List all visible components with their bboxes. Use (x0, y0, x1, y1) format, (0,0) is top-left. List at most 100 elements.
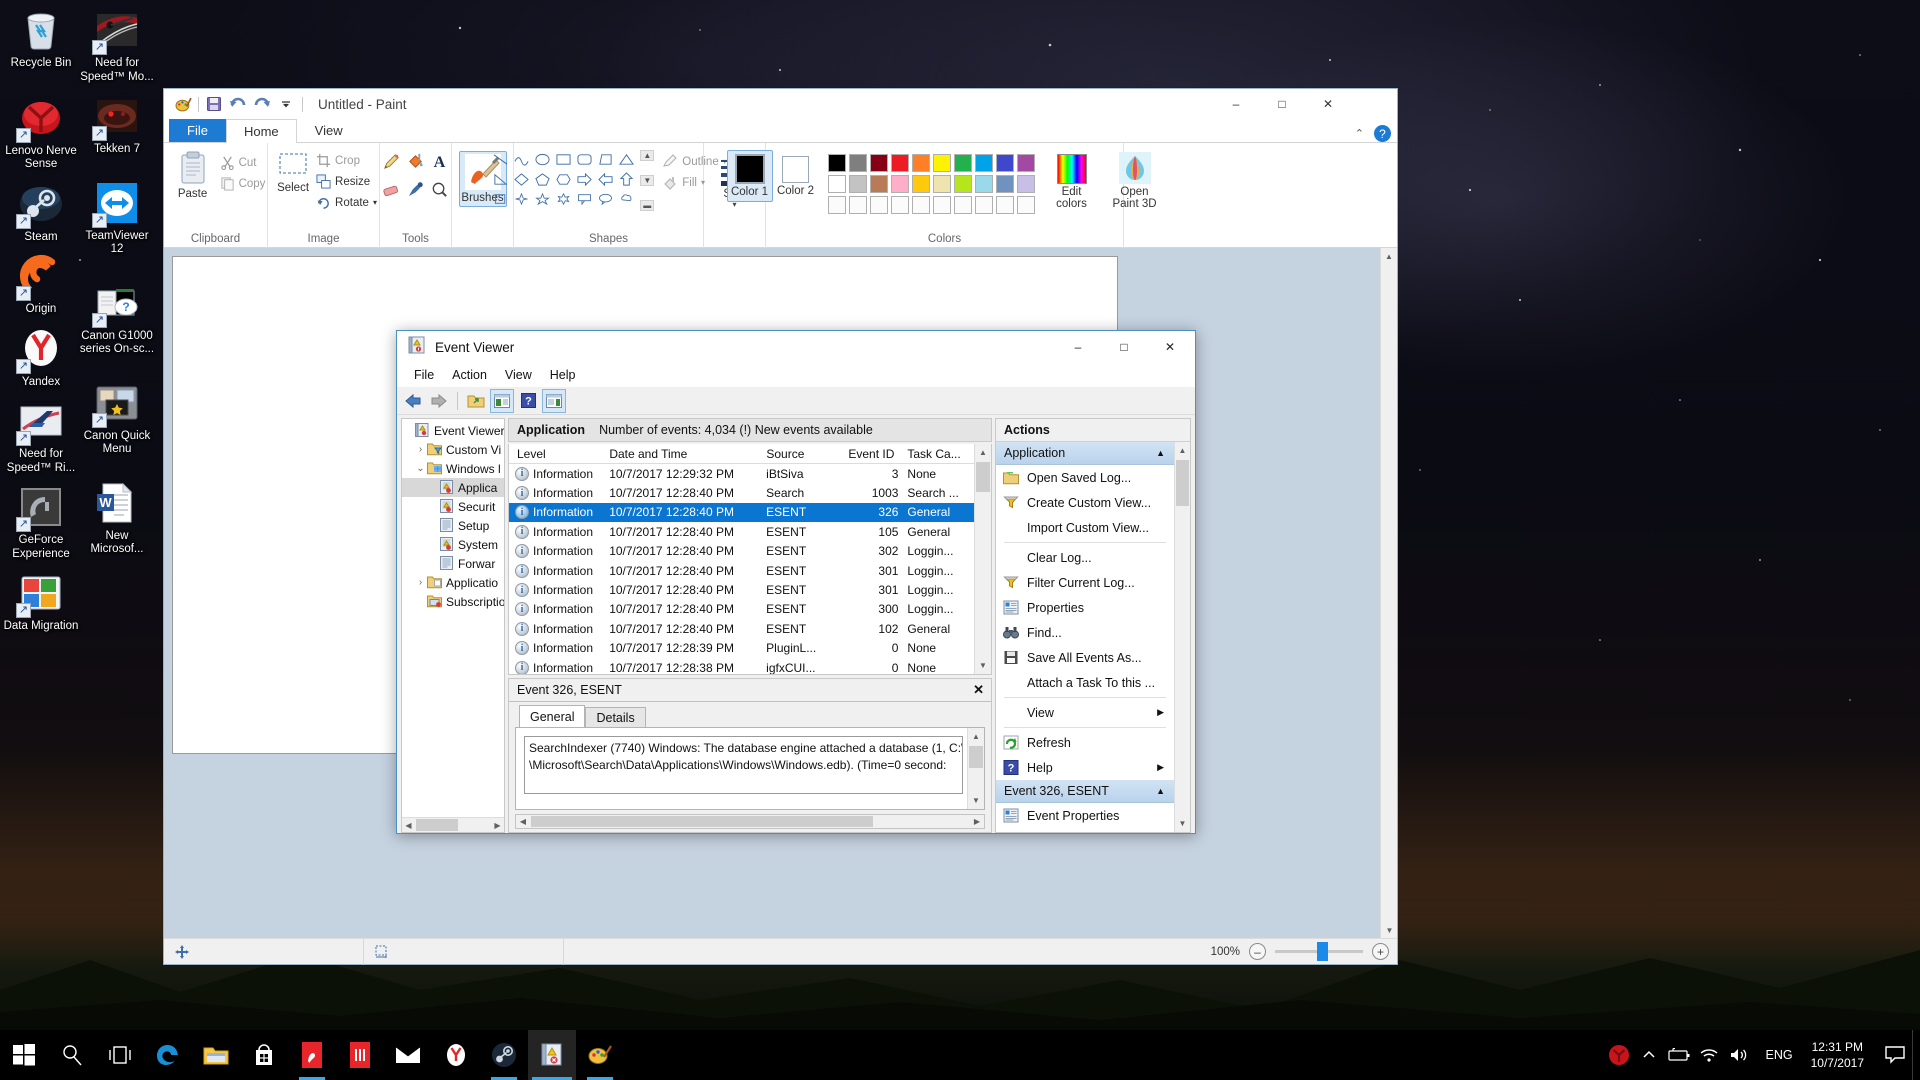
shape-pentagon-icon[interactable] (532, 169, 553, 189)
desktop-icon-lenovo-nerve-sense[interactable]: ↗ Lenovo Nerve Sense (2, 94, 80, 172)
actions-list[interactable]: Application ▲ Open Saved Log... Create Cust… (996, 442, 1174, 832)
detail-scroll-right-icon[interactable]: ▶ (970, 817, 984, 826)
table-row[interactable]: i Information 10/7/2017 12:28:40 PM ESENT 32… (509, 502, 974, 523)
show-hidden-icons-icon[interactable] (1634, 1030, 1664, 1080)
edit-colors-button[interactable]: Edit colors (1047, 150, 1097, 210)
palette-empty-swatch[interactable] (932, 196, 951, 214)
palette-swatch[interactable] (995, 154, 1014, 172)
action-menu-item[interactable]: Attach Task To This E... (996, 828, 1174, 832)
color-palette[interactable] (827, 154, 1037, 216)
palette-empty-swatch[interactable] (995, 196, 1014, 214)
rotate-button[interactable]: Rotate ▾ (316, 192, 377, 213)
shapes-gallery[interactable] (490, 149, 637, 209)
event-detail-pane[interactable]: Event 326, ESENT ✕ General Details Searc… (508, 678, 992, 833)
system-tray[interactable]: ENG 12:31 PM 10/7/2017 (1604, 1030, 1920, 1080)
color-2-swatch[interactable] (782, 156, 809, 183)
shape-rounded-rectangle-icon[interactable] (574, 149, 595, 169)
task-view-icon[interactable] (96, 1030, 144, 1080)
detail-scroll-up-icon[interactable]: ▲ (968, 728, 984, 745)
console-tree[interactable]: Event Viewer (› Custom Vi ⌄ Windows l Applic… (402, 419, 504, 817)
console-tree-panel[interactable]: Event Viewer (› Custom Vi ⌄ Windows l Applic… (401, 418, 505, 833)
volume-icon[interactable] (1724, 1030, 1754, 1080)
palette-empty-swatch[interactable] (827, 196, 846, 214)
paint-maximize-button[interactable]: □ (1259, 89, 1305, 118)
paint-ribbon-tabs[interactable]: File Home View ⌃ ? (164, 118, 1397, 143)
shape-six-point-star-icon[interactable] (553, 189, 574, 209)
palette-empty-swatch[interactable] (890, 196, 909, 214)
paint-taskbar-icon[interactable] (288, 1030, 336, 1080)
tab-file[interactable]: File (169, 118, 226, 142)
copy-button[interactable]: Copy (220, 173, 265, 194)
steam-taskbar-icon[interactable] (480, 1030, 528, 1080)
menu-file[interactable]: File (405, 368, 443, 382)
wifi-icon[interactable] (1694, 1030, 1724, 1080)
desktop-icon-word-document[interactable]: W New Microsof... (78, 479, 156, 557)
paste-button[interactable]: Paste (166, 148, 220, 200)
event-viewer-window[interactable]: Event Viewer – □ ✕ File Action View Help… (396, 330, 1196, 834)
tree-node[interactable]: Forwar (402, 554, 504, 573)
menu-help[interactable]: Help (541, 368, 585, 382)
event-detail-body[interactable]: SearchIndexer (7740) Windows: The databa… (515, 727, 985, 810)
resize-button[interactable]: Resize (316, 171, 377, 192)
microsoft-store-icon[interactable] (240, 1030, 288, 1080)
event-list-scroll-up-icon[interactable]: ▲ (975, 444, 991, 461)
detail-scroll-left-icon[interactable]: ◀ (516, 817, 530, 826)
desktop-icon-steam[interactable]: ↗ Steam (2, 180, 80, 245)
event-viewer-close-button[interactable]: ✕ (1147, 331, 1193, 362)
actions-section-header[interactable]: Event 326, ESENT ▲ (996, 780, 1174, 803)
paint-ribbon[interactable]: Paste Cut Copy Clipboard Select Crop Res… (164, 143, 1397, 248)
language-indicator[interactable]: ENG (1754, 1048, 1805, 1062)
tab-view[interactable]: View (297, 118, 361, 142)
event-viewer-title-bar[interactable]: Event Viewer – □ ✕ (397, 331, 1195, 363)
event-viewer-taskbar-icon[interactable] (528, 1030, 576, 1080)
event-list-scrollbar[interactable]: ▲ ▼ (974, 444, 991, 674)
action-menu-item[interactable]: Clear Log... (996, 545, 1174, 570)
palette-swatch[interactable] (1016, 175, 1035, 193)
table-row[interactable]: i Information 10/7/2017 12:28:40 PM ESENT 30… (509, 600, 974, 619)
palette-empty-swatch[interactable] (1016, 196, 1035, 214)
table-row[interactable]: i Information 10/7/2017 12:28:40 PM ESENT 30… (509, 542, 974, 561)
zoom-slider-track[interactable] (1275, 942, 1363, 961)
palette-swatch[interactable] (974, 175, 993, 193)
paint-title-bar[interactable]: Untitled - Paint – □ ✕ (164, 89, 1397, 119)
undo-icon[interactable] (226, 93, 250, 115)
show-hide-tree-icon[interactable] (490, 388, 514, 413)
tree-node[interactable]: Event Viewer ( (402, 421, 504, 440)
table-row[interactable]: i Information 10/7/2017 12:28:40 PM Search 1… (509, 483, 974, 502)
show-desktop-button[interactable] (1912, 1030, 1920, 1080)
action-menu-item[interactable]: Refresh (996, 730, 1174, 755)
paint-scroll-up-icon[interactable]: ▲ (1381, 248, 1397, 264)
save-icon[interactable] (202, 93, 226, 115)
shapes-scroll-down-icon[interactable]: ▼ (640, 175, 655, 186)
desktop-icon-canon-onscreen-manual[interactable]: ? ↗ Canon G1000 series On-sc... (78, 279, 156, 357)
desktop-icon-geforce-experience[interactable]: ↗ GeForce Experience (2, 483, 80, 561)
action-menu-item[interactable]: View ▶ (996, 700, 1174, 725)
help-icon[interactable]: ? (516, 389, 540, 413)
tab-details[interactable]: Details (585, 707, 646, 727)
shapes-expand-icon[interactable]: ▬ (640, 200, 655, 211)
action-menu-item[interactable]: Properties (996, 595, 1174, 620)
palette-swatch[interactable] (869, 175, 888, 193)
tree-expander-icon[interactable]: › (414, 577, 427, 588)
detail-hscroll-thumb[interactable] (531, 816, 873, 827)
windows-start-icon[interactable] (0, 1030, 48, 1080)
paint-scroll-down-icon[interactable]: ▼ (1381, 922, 1397, 938)
palette-swatch[interactable] (827, 175, 846, 193)
menu-action[interactable]: Action (443, 368, 496, 382)
desktop-icon-yandex[interactable]: ↗ Yandex (2, 325, 80, 390)
paint-app-icon[interactable] (171, 93, 195, 115)
action-menu-item[interactable]: Attach a Task To this ... (996, 670, 1174, 695)
music-app-icon[interactable] (336, 1030, 384, 1080)
lenovo-tray-icon[interactable] (1604, 1030, 1634, 1080)
palette-swatch[interactable] (932, 175, 951, 193)
column-header[interactable]: Level (509, 447, 609, 461)
submenu-arrow-icon[interactable]: ▶ (1157, 762, 1164, 773)
column-header[interactable]: Date and Time (609, 447, 766, 461)
paint-minimize-button[interactable]: – (1213, 89, 1259, 118)
shape-up-arrow-icon[interactable] (616, 169, 637, 189)
shape-cloud-callout-icon[interactable] (616, 189, 637, 209)
event-description-box[interactable]: SearchIndexer (7740) Windows: The databa… (524, 736, 963, 794)
palette-empty-swatch[interactable] (869, 196, 888, 214)
clock[interactable]: 12:31 PM 10/7/2017 (1805, 1039, 1878, 1071)
event-list-scroll-thumb[interactable] (976, 462, 990, 492)
